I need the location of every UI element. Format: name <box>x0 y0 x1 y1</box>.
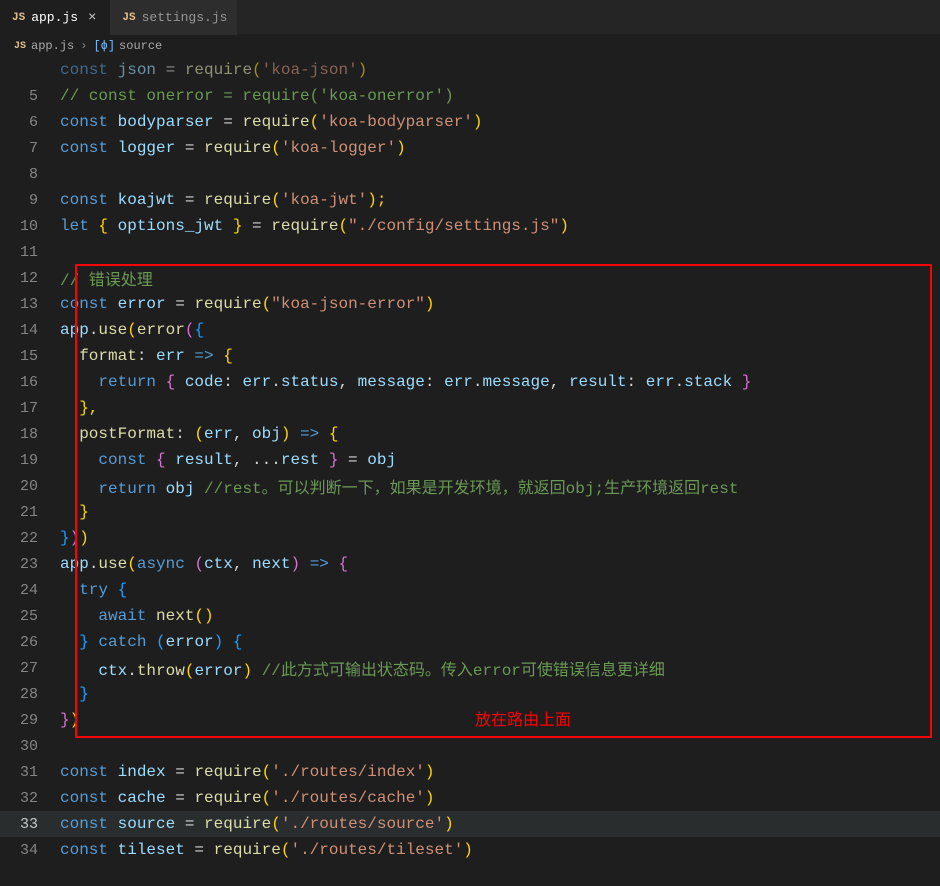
breadcrumb-file: app.js <box>31 39 74 53</box>
code-line: } catch (error) { <box>60 633 242 651</box>
line-number: 10 <box>0 218 60 235</box>
tab-label: app.js <box>31 10 78 25</box>
line-number: 12 <box>0 270 60 287</box>
line-number: 17 <box>0 400 60 417</box>
line-number: 30 <box>0 738 60 755</box>
line-number: 26 <box>0 634 60 651</box>
line-number: 11 <box>0 244 60 261</box>
code-line: }) <box>60 711 79 729</box>
js-file-icon: JS <box>122 12 135 24</box>
close-icon[interactable]: × <box>84 10 100 26</box>
breadcrumb[interactable]: JS app.js › [ϕ] source <box>0 35 940 57</box>
line-number: 23 <box>0 556 60 573</box>
code-line: try { <box>60 581 127 599</box>
code-line: // const onerror = require('koa-onerror'… <box>60 87 454 105</box>
tab-label: settings.js <box>142 10 228 25</box>
line-number: 22 <box>0 530 60 547</box>
tab-bar: JS app.js × JS settings.js <box>0 0 940 35</box>
code-line: return obj //rest。可以判断一下，如果是开发环境，就返回obj;… <box>60 474 738 498</box>
line-number: 20 <box>0 478 60 495</box>
code-editor[interactable]: const json = require('koa-json') 5// con… <box>0 57 940 863</box>
line-number: 32 <box>0 790 60 807</box>
line-number: 9 <box>0 192 60 209</box>
tab-settings-js[interactable]: JS settings.js <box>110 0 237 35</box>
code-line: }, <box>60 399 98 417</box>
line-number: 34 <box>0 842 60 859</box>
code-line: const { result, ...rest } = obj <box>60 451 396 469</box>
line-number: 15 <box>0 348 60 365</box>
code-line: const source = require('./routes/source'… <box>60 815 454 833</box>
line-number: 33 <box>0 816 60 833</box>
line-number: 31 <box>0 764 60 781</box>
code-line: return { code: err.status, message: err.… <box>60 373 751 391</box>
line-number: 28 <box>0 686 60 703</box>
line-number: 29 <box>0 712 60 729</box>
code-line: app.use(async (ctx, next) => { <box>60 555 348 573</box>
line-number: 27 <box>0 660 60 677</box>
line-number: 18 <box>0 426 60 443</box>
code-line: const error = require("koa-json-error") <box>60 295 435 313</box>
line-number: 14 <box>0 322 60 339</box>
js-file-icon: JS <box>14 41 26 52</box>
chevron-right-icon: › <box>80 39 87 53</box>
breadcrumb-symbol: source <box>119 39 162 53</box>
line-number: 24 <box>0 582 60 599</box>
line-number: 6 <box>0 114 60 131</box>
code-line: const logger = require('koa-logger') <box>60 139 406 157</box>
symbol-variable-icon: [ϕ] <box>93 39 115 53</box>
code-line: await next() <box>60 607 214 625</box>
code-line: // 错误处理 <box>60 266 153 290</box>
code-line: const index = require('./routes/index') <box>60 763 435 781</box>
tab-app-js[interactable]: JS app.js × <box>0 0 110 35</box>
code-line: const tileset = require('./routes/tilese… <box>60 841 473 859</box>
code-line: const cache = require('./routes/cache') <box>60 789 435 807</box>
code-line: const bodyparser = require('koa-bodypars… <box>60 113 483 131</box>
code-line: let { options_jwt } = require("./config/… <box>60 217 569 235</box>
code-line: app.use(error({ <box>60 321 204 339</box>
js-file-icon: JS <box>12 12 25 24</box>
code-line: } <box>60 685 89 703</box>
line-number: 21 <box>0 504 60 521</box>
line-number: 25 <box>0 608 60 625</box>
line-number: 7 <box>0 140 60 157</box>
line-number: 19 <box>0 452 60 469</box>
code-line: format: err => { <box>60 347 233 365</box>
line-number: 5 <box>0 88 60 105</box>
line-number: 13 <box>0 296 60 313</box>
code-line: } <box>60 503 89 521</box>
code-line: postFormat: (err, obj) => { <box>60 425 338 443</box>
code-line: })) <box>60 529 89 547</box>
line-number: 16 <box>0 374 60 391</box>
code-line: ctx.throw(error) //此方式可输出状态码。传入error可使错误… <box>60 656 665 680</box>
code-line: const koajwt = require('koa-jwt'); <box>60 191 386 209</box>
line-number: 8 <box>0 166 60 183</box>
